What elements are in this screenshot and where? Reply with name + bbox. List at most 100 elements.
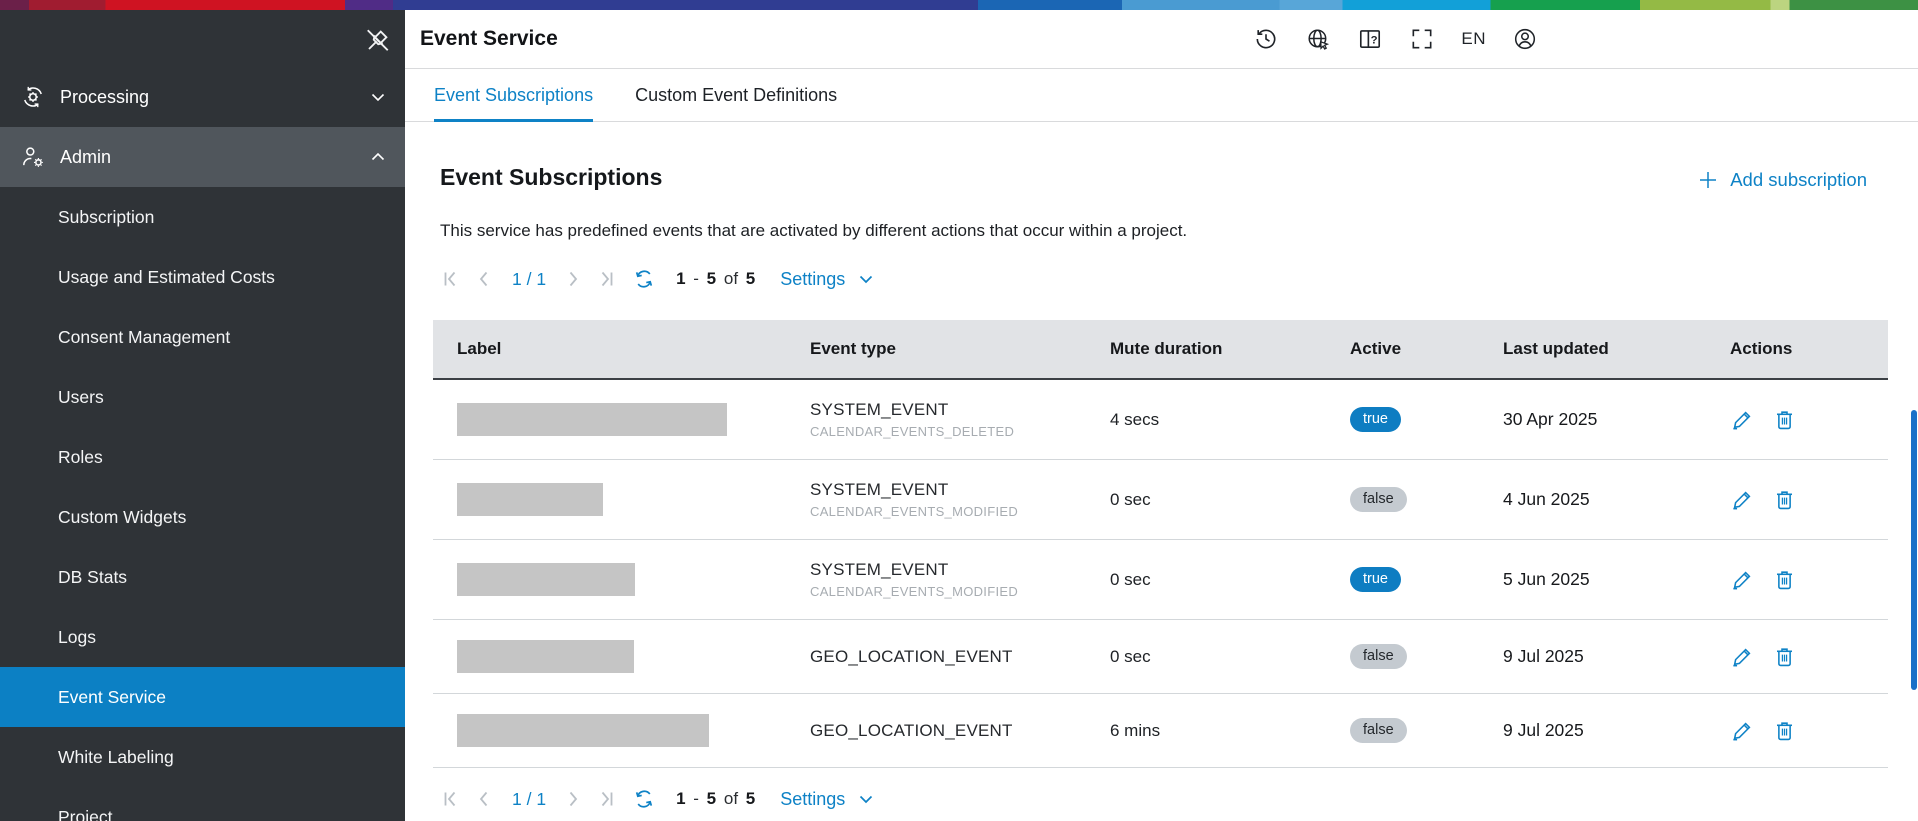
tab-event-subscriptions[interactable]: Event Subscriptions bbox=[434, 69, 593, 121]
last-page-icon[interactable] bbox=[595, 268, 617, 290]
active-cell: false bbox=[1350, 644, 1503, 669]
sidebar-item-processing[interactable]: Processing bbox=[0, 67, 405, 127]
table-body: SYSTEM_EVENT CALENDAR_EVENTS_DELETED 4 s… bbox=[433, 380, 1888, 768]
plus-icon bbox=[1696, 168, 1720, 192]
subscriptions-table: Label Event type Mute duration Active La… bbox=[433, 320, 1888, 768]
sidebar-subitem[interactable]: Logs bbox=[0, 607, 405, 667]
first-page-icon[interactable] bbox=[440, 788, 462, 810]
last-updated: 5 Jun 2025 bbox=[1503, 569, 1730, 590]
section-description: This service has predefined events that … bbox=[440, 221, 1918, 241]
sidebar-admin-children: Subscription Usage and Estimated Costs C… bbox=[0, 187, 405, 821]
edit-icon[interactable] bbox=[1730, 644, 1755, 669]
event-subtype: CALENDAR_EVENTS_DELETED bbox=[810, 424, 1110, 439]
sidebar-subitem[interactable]: Subscription bbox=[0, 187, 405, 247]
page-title: Event Service bbox=[420, 27, 558, 51]
sidebar-subitem[interactable]: White Labeling bbox=[0, 727, 405, 787]
edit-icon[interactable] bbox=[1730, 567, 1755, 592]
redacted-label bbox=[457, 483, 603, 516]
edit-icon[interactable] bbox=[1730, 407, 1755, 432]
table-row: GEO_LOCATION_EVENT 0 sec false 9 Jul 202… bbox=[433, 620, 1888, 694]
previous-page-icon[interactable] bbox=[473, 268, 495, 290]
active-badge: true bbox=[1350, 407, 1401, 432]
account-icon[interactable] bbox=[1512, 26, 1538, 52]
add-subscription-button[interactable]: Add subscription bbox=[1696, 168, 1867, 192]
delete-icon[interactable] bbox=[1772, 407, 1797, 432]
page-indicator[interactable]: 1 / 1 bbox=[512, 789, 546, 810]
history-icon[interactable] bbox=[1253, 26, 1279, 52]
sidebar-subitem[interactable]: DB Stats bbox=[0, 547, 405, 607]
globe-icon[interactable] bbox=[1305, 26, 1331, 52]
sidebar-subitem[interactable]: Roles bbox=[0, 427, 405, 487]
vertical-scrollbar-thumb[interactable] bbox=[1911, 410, 1917, 690]
brand-supergraphic bbox=[0, 0, 1918, 10]
column-header: Last updated bbox=[1503, 339, 1730, 359]
sidebar-subitem[interactable]: Users bbox=[0, 367, 405, 427]
redacted-label bbox=[457, 640, 634, 673]
actions-cell bbox=[1730, 567, 1888, 592]
event-type-cell: SYSTEM_EVENT CALENDAR_EVENTS_MODIFIED bbox=[810, 480, 1110, 519]
last-page-icon[interactable] bbox=[595, 788, 617, 810]
event-type-cell: GEO_LOCATION_EVENT bbox=[810, 647, 1110, 667]
tab-custom-event-definitions[interactable]: Custom Event Definitions bbox=[635, 69, 837, 121]
sidebar-item-admin[interactable]: Admin bbox=[0, 127, 405, 187]
sidebar-subitem-label: Custom Widgets bbox=[58, 507, 186, 528]
sidebar-subitem[interactable]: Project bbox=[0, 787, 405, 821]
delete-icon[interactable] bbox=[1772, 644, 1797, 669]
previous-page-icon[interactable] bbox=[473, 788, 495, 810]
table-header-row: Label Event type Mute duration Active La… bbox=[433, 320, 1888, 380]
active-cell: false bbox=[1350, 487, 1503, 512]
first-page-icon[interactable] bbox=[440, 268, 462, 290]
active-cell: true bbox=[1350, 407, 1503, 432]
pagination-bottom: 1 / 1 1 - 5 of 5 bbox=[440, 784, 1918, 814]
edit-icon[interactable] bbox=[1730, 718, 1755, 743]
refresh-icon[interactable] bbox=[632, 787, 656, 811]
language-selector[interactable]: EN bbox=[1461, 29, 1486, 49]
chevron-down-icon bbox=[856, 269, 876, 289]
sidebar-item-label: Admin bbox=[60, 147, 367, 168]
event-type: SYSTEM_EVENT bbox=[810, 560, 1110, 580]
next-page-icon[interactable] bbox=[562, 788, 584, 810]
settings-button[interactable]: Settings bbox=[780, 789, 876, 810]
redacted-label bbox=[457, 714, 709, 747]
sidebar-subitem-label: Usage and Estimated Costs bbox=[58, 267, 275, 288]
delete-icon[interactable] bbox=[1772, 718, 1797, 743]
event-type: SYSTEM_EVENT bbox=[810, 480, 1110, 500]
sidebar-subitem-label: Users bbox=[58, 387, 104, 408]
label-cell bbox=[457, 403, 810, 436]
event-type-cell: GEO_LOCATION_EVENT bbox=[810, 721, 1110, 741]
sidebar-subitem[interactable]: Consent Management bbox=[0, 307, 405, 367]
result-range: 1 - 5 of 5 bbox=[676, 789, 755, 809]
table-row: SYSTEM_EVENT CALENDAR_EVENTS_MODIFIED 0 … bbox=[433, 540, 1888, 620]
sidebar-item-label: Processing bbox=[60, 87, 367, 108]
help-icon[interactable]: ? bbox=[1357, 26, 1383, 52]
label-cell bbox=[457, 563, 810, 596]
table-row: GEO_LOCATION_EVENT 6 mins false 9 Jul 20… bbox=[433, 694, 1888, 768]
sidebar-subitem-label: Consent Management bbox=[58, 327, 230, 348]
refresh-icon[interactable] bbox=[632, 267, 656, 291]
actions-cell bbox=[1730, 644, 1888, 669]
fullscreen-icon[interactable] bbox=[1409, 26, 1435, 52]
settings-button[interactable]: Settings bbox=[780, 269, 876, 290]
last-updated: 30 Apr 2025 bbox=[1503, 409, 1730, 430]
event-subtype: CALENDAR_EVENTS_MODIFIED bbox=[810, 584, 1110, 599]
last-updated: 9 Jul 2025 bbox=[1503, 646, 1730, 667]
delete-icon[interactable] bbox=[1772, 567, 1797, 592]
last-updated: 9 Jul 2025 bbox=[1503, 720, 1730, 741]
table-row: SYSTEM_EVENT CALENDAR_EVENTS_MODIFIED 0 … bbox=[433, 460, 1888, 540]
settings-label: Settings bbox=[780, 269, 845, 290]
pin-off-icon[interactable] bbox=[362, 26, 392, 56]
edit-icon[interactable] bbox=[1730, 487, 1755, 512]
table-row: SYSTEM_EVENT CALENDAR_EVENTS_DELETED 4 s… bbox=[433, 380, 1888, 460]
delete-icon[interactable] bbox=[1772, 487, 1797, 512]
sidebar-subitem[interactable]: Usage and Estimated Costs bbox=[0, 247, 405, 307]
sidebar-subitem[interactable]: Custom Widgets bbox=[0, 487, 405, 547]
event-type: GEO_LOCATION_EVENT bbox=[810, 647, 1110, 667]
sidebar-subitem[interactable]: Event Service bbox=[0, 667, 405, 727]
active-badge: false bbox=[1350, 487, 1407, 512]
active-cell: true bbox=[1350, 567, 1503, 592]
page-indicator[interactable]: 1 / 1 bbox=[512, 269, 546, 290]
label-cell bbox=[457, 714, 810, 747]
sidebar-subitem-label: Subscription bbox=[58, 207, 154, 228]
next-page-icon[interactable] bbox=[562, 268, 584, 290]
label-cell bbox=[457, 640, 810, 673]
